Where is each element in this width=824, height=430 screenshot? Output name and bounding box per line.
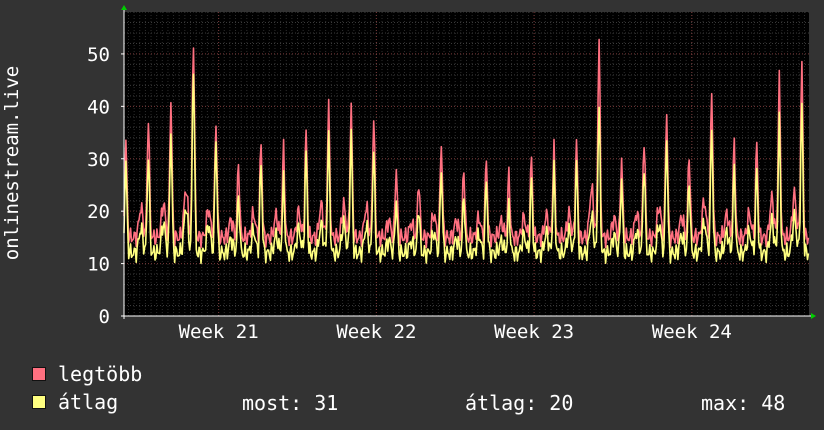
y-tick-label: 10 (87, 254, 110, 276)
y-axis-arrow (121, 5, 127, 10)
y-tick-label: 0 (99, 306, 110, 328)
y-tick-label: 40 (87, 96, 110, 118)
stat-average: átlag: 20 (465, 391, 574, 415)
x-tick-label: Week 22 (336, 321, 416, 343)
legend-label-avg: átlag (58, 390, 119, 414)
legend-label-max: legtöbb (58, 362, 143, 386)
y-axis-label-wrap: onlinestream.live (0, 10, 24, 316)
x-axis-arrow (811, 313, 816, 319)
x-tick-label: Week 21 (179, 321, 259, 343)
y-tick-label: 20 (87, 201, 110, 223)
y-tick-label: 30 (87, 149, 110, 171)
x-tick-label: Week 23 (494, 321, 574, 343)
stat-max: max: 48 (701, 391, 786, 415)
x-tick-label: Week 24 (652, 321, 732, 343)
y-tick-label: 50 (87, 44, 110, 66)
chart: 0 10 20 30 40 50 Week 21 Week 22 Week 23 Week 24 (87, 5, 816, 343)
legend-item-avg: átlag (32, 390, 119, 414)
legend-item-max: legtöbb (32, 362, 143, 386)
stat-now: most: 31 (242, 391, 339, 415)
legend-swatch-max (32, 367, 46, 381)
legend-swatch-avg (32, 395, 46, 409)
y-axis-label: onlinestream.live (1, 65, 23, 261)
